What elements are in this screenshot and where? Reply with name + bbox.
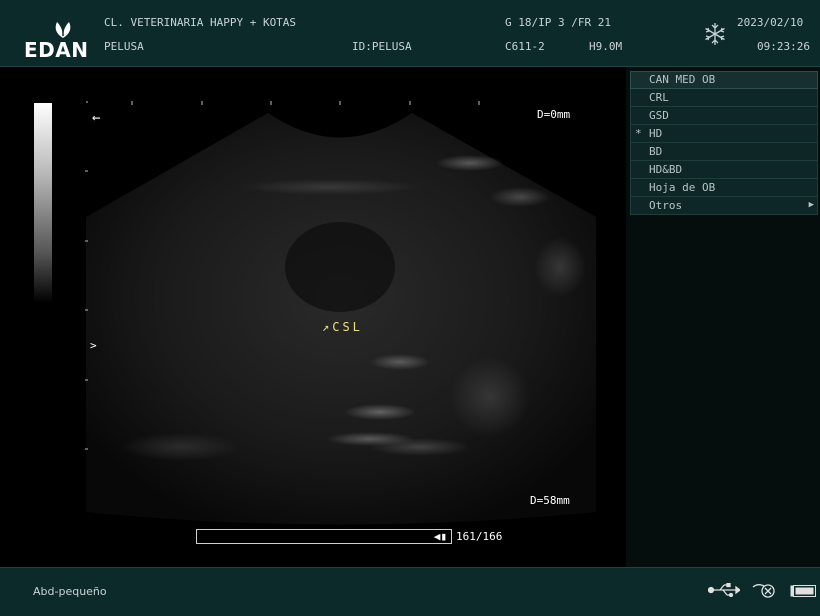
measurement-menu: CAN MED OB CRL GSD * HD BD HD&BD Hoja de … — [630, 71, 818, 215]
grayscale-bar — [34, 103, 52, 303]
exam-date: 2023/02/10 — [737, 16, 804, 29]
menu-title: CAN MED OB — [630, 71, 818, 89]
cine-marker-icon: ◀▮ — [433, 530, 447, 543]
frequency: H9.0M — [589, 40, 623, 53]
patient-name: PELUSA — [104, 40, 144, 53]
top-header: EDAN CL. VETERINARIA HAPPY + KOTAS PELUS… — [0, 0, 820, 67]
battery-icon — [790, 585, 816, 597]
patient-id: ID:PELUSA — [352, 40, 412, 53]
selected-marker: * — [635, 127, 642, 140]
brand-name: EDAN — [24, 38, 89, 62]
exam-mode[interactable]: Abd-pequeño — [33, 585, 107, 598]
cine-loop-bar[interactable]: ◀▮ — [196, 529, 452, 544]
focus-marker: > — [90, 339, 97, 352]
exam-time: 09:23:26 — [757, 40, 810, 53]
menu-item-hd[interactable]: * HD — [630, 125, 818, 143]
direction-arrow-icon: ← — [92, 110, 101, 126]
depth-top: D=0mm — [537, 108, 571, 121]
probe-model: C611-2 — [505, 40, 545, 53]
menu-item-gsd[interactable]: GSD — [630, 107, 818, 125]
imaging-params: G 18/IP 3 /FR 21 — [505, 16, 611, 29]
menu-item-crl[interactable]: CRL — [630, 89, 818, 107]
edan-logo: EDAN — [24, 18, 94, 62]
menu-item-others[interactable]: Otros ▶ — [630, 197, 818, 215]
clinic-name: CL. VETERINARIA HAPPY + KOTAS — [104, 16, 297, 29]
cine-counter: 161/166 — [456, 530, 503, 543]
submenu-arrow-icon: ▶ — [808, 200, 814, 210]
annotation-text[interactable]: ↗CSL — [322, 320, 363, 334]
depth-bottom: D=58mm — [530, 494, 570, 507]
leaf-icon — [55, 22, 71, 38]
menu-item-hd-bd[interactable]: HD&BD — [630, 161, 818, 179]
menu-item-ob-sheet[interactable]: Hoja de OB — [630, 179, 818, 197]
ultrasound-viewport[interactable]: ← > D=0mm D=58mm ↗CSL ◀▮ 161/166 — [0, 67, 626, 567]
probe-icon — [752, 584, 775, 598]
menu-item-bd[interactable]: BD — [630, 143, 818, 161]
status-bar: Abd-pequeño — [0, 567, 820, 616]
freeze-icon[interactable] — [702, 21, 728, 47]
ultrasound-image — [85, 101, 596, 525]
usb-icon — [708, 583, 740, 597]
